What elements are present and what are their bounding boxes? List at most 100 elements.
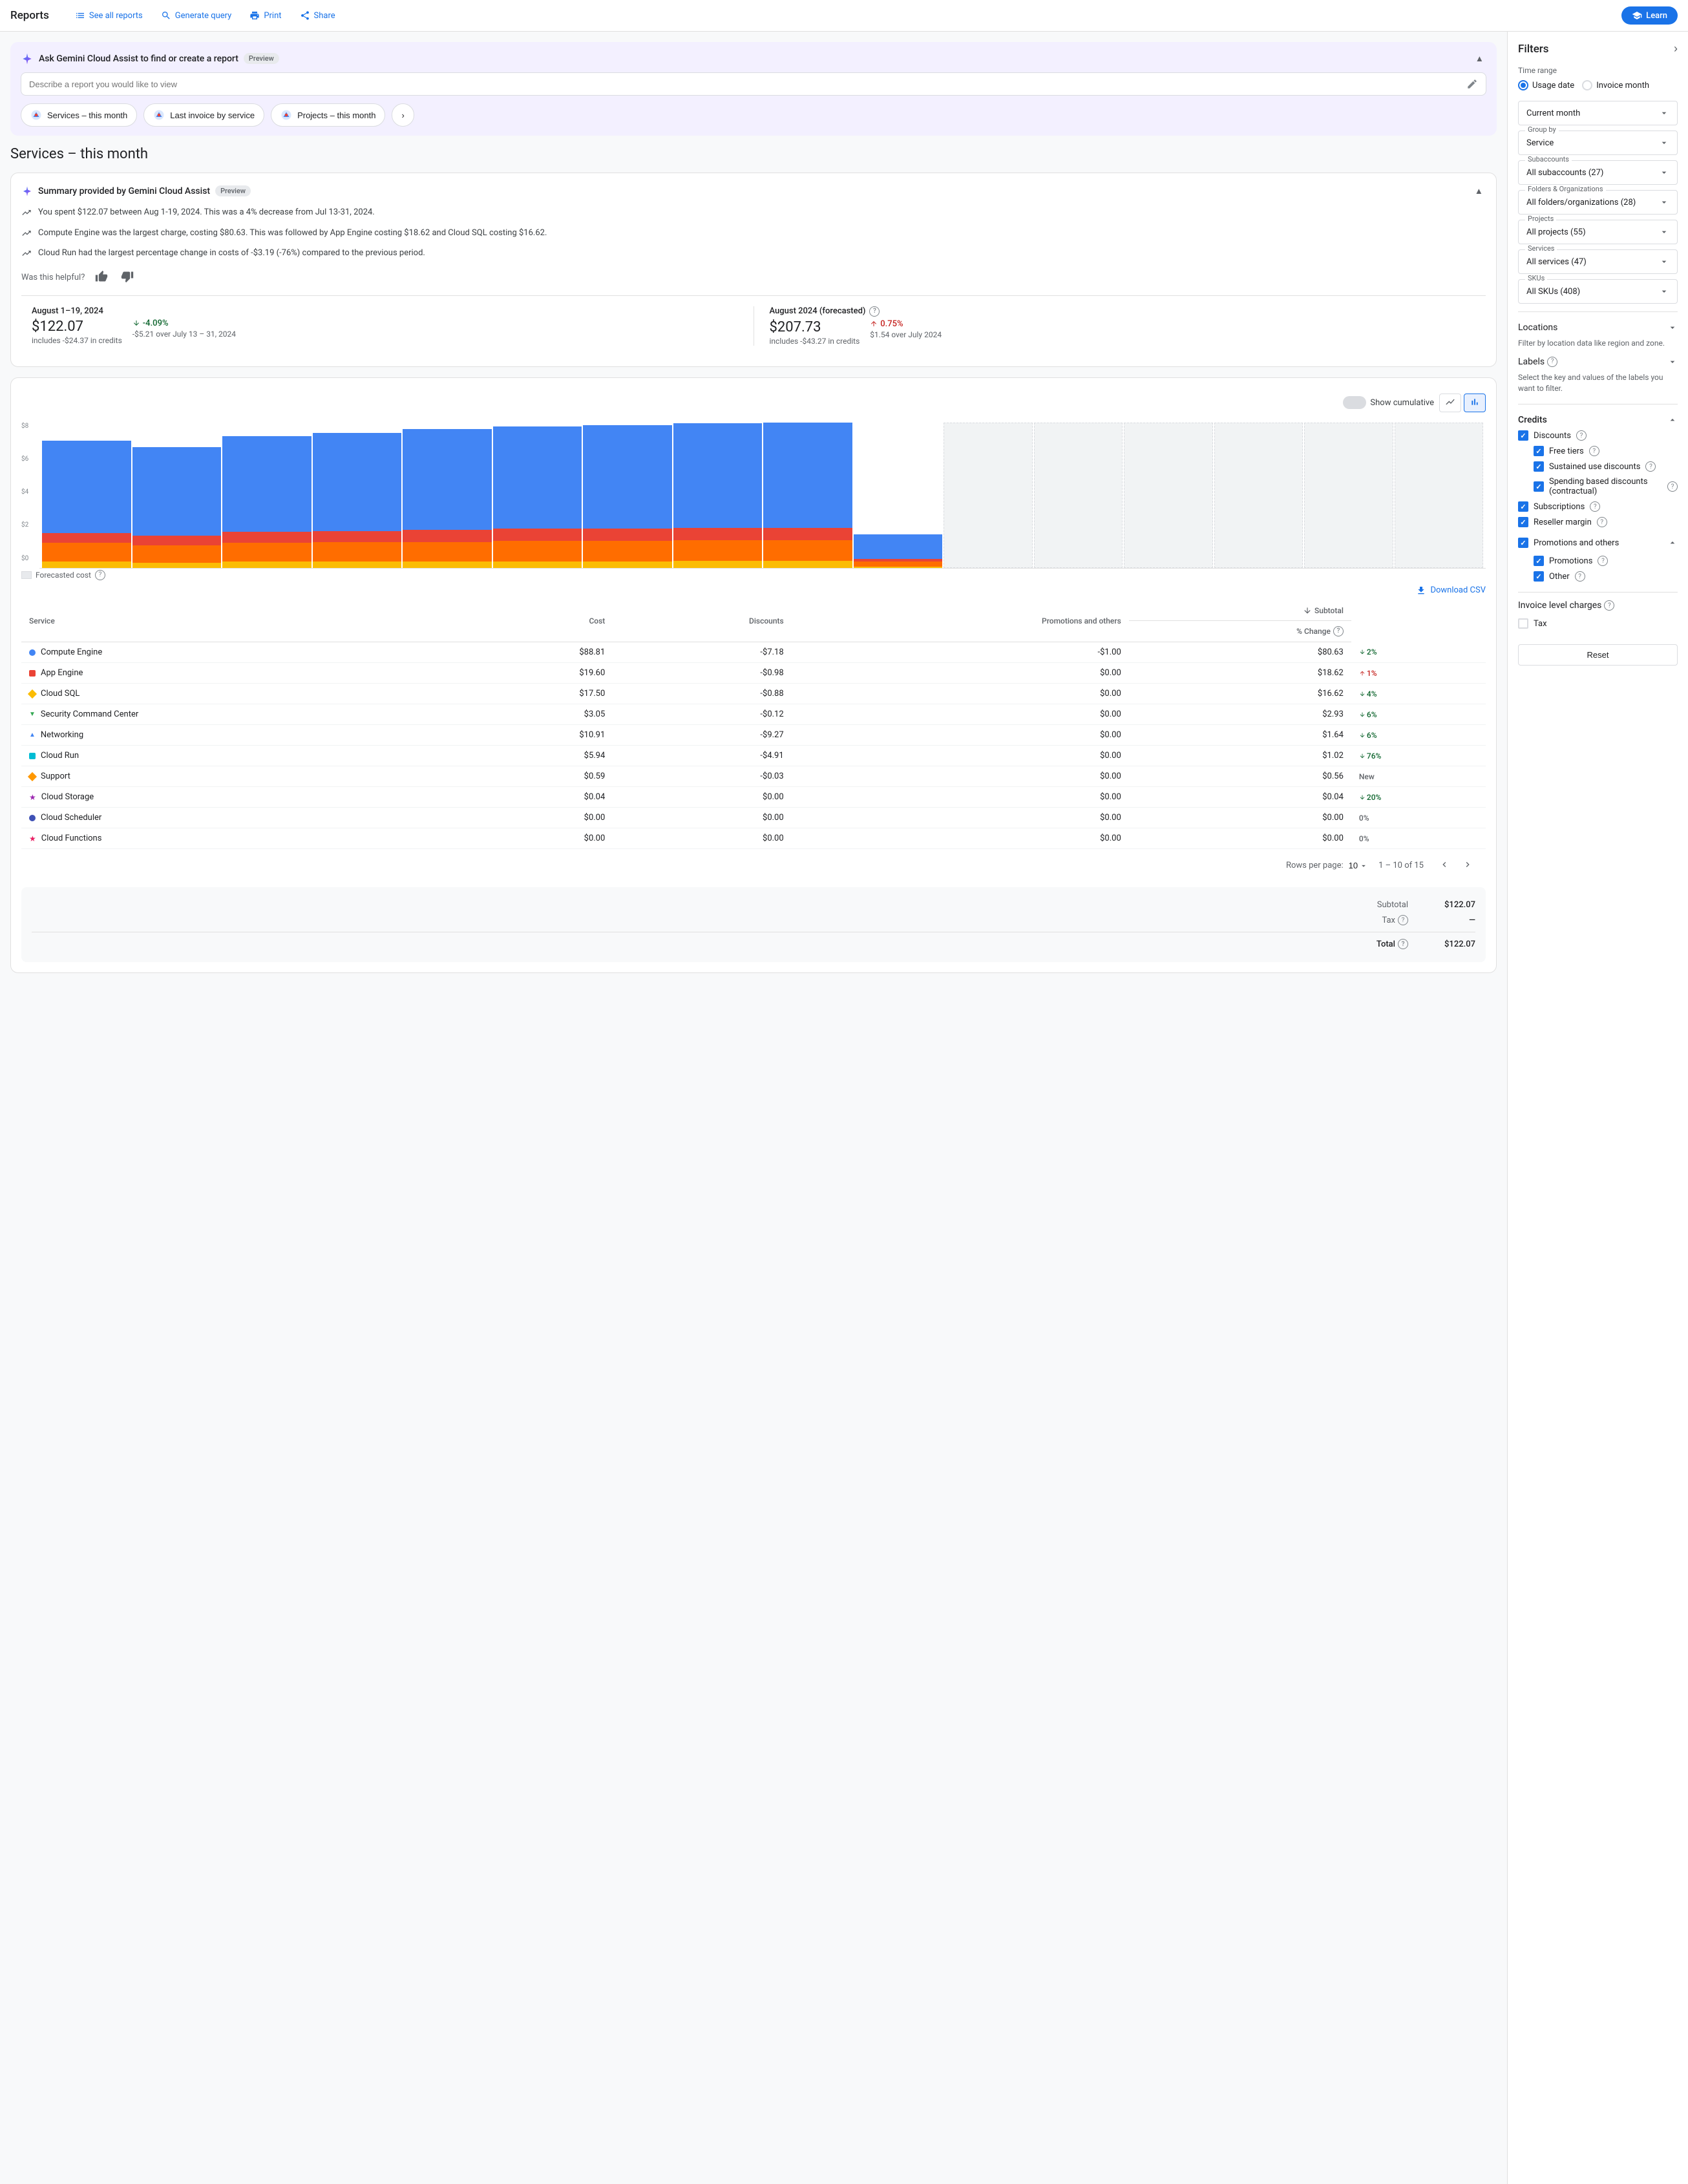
gemini-collapse-button[interactable]: ▲ (1473, 51, 1486, 66)
service-cell-6: Support (21, 766, 466, 787)
sustained-use-checkbox-item[interactable]: Sustained use discounts ? (1518, 459, 1678, 474)
bar-segment (132, 563, 222, 568)
change-cell-8: 0% (1351, 808, 1486, 828)
summary-collapse-button[interactable]: ▲ (1472, 184, 1486, 198)
summary-point-3: Cloud Run had the largest percentage cha… (21, 247, 1486, 260)
quick-report-projects[interactable]: Projects – this month (271, 103, 385, 127)
service-cell-4: ▲Networking (21, 725, 466, 746)
promotions-header[interactable]: Promotions and others (1518, 532, 1678, 553)
filters-expand-button[interactable]: › (1674, 42, 1678, 56)
toggle-switch[interactable] (1343, 396, 1366, 409)
folders-filter-label: Folders & Organizations (1525, 185, 1606, 193)
service-dot-8 (29, 815, 36, 821)
folders-select[interactable]: All folders/organizations (28) (1526, 197, 1669, 207)
service-name-7: Cloud Storage (41, 792, 94, 802)
tax-checkbox-item[interactable]: Tax (1518, 616, 1678, 631)
service-dot-3: ▼ (29, 711, 36, 718)
other-checkbox-item[interactable]: Other ? (1518, 569, 1678, 584)
print-button[interactable]: Print (242, 6, 289, 25)
bar-stack-5 (493, 426, 582, 568)
discounts-cell-1: -$0.98 (613, 663, 791, 684)
bar-segment (313, 433, 402, 531)
usage-date-option[interactable]: Usage date (1518, 80, 1574, 90)
skus-select[interactable]: All SKUs (408) (1526, 286, 1669, 297)
gcp-icon (30, 109, 42, 121)
forecasted-help-icon[interactable]: ? (869, 306, 880, 317)
service-name-6: Support (41, 772, 70, 781)
thumbs-up-button[interactable] (92, 268, 111, 288)
promotions-and-others-checkbox (1518, 538, 1528, 548)
labels-section: Labels ? Select the key and values of th… (1518, 354, 1678, 394)
change-cell-9: 0% (1351, 828, 1486, 849)
tax-help-icon[interactable]: ? (1398, 915, 1408, 925)
invoice-charges-help[interactable]: ? (1604, 600, 1614, 611)
show-cumulative-toggle[interactable]: Show cumulative (1343, 396, 1434, 409)
rows-per-page-select[interactable]: 10 (1349, 861, 1368, 870)
service-cell-inner-4: ▲Networking (29, 730, 458, 740)
forecasted-amount-block: $207.73 includes -$43.27 in credits (770, 319, 860, 346)
reseller-margin-help[interactable]: ? (1597, 517, 1607, 527)
service-cell-7: ★Cloud Storage (21, 787, 466, 808)
invoice-charges-header[interactable]: Invoice level charges ? (1518, 600, 1678, 611)
reseller-margin-checkbox-item[interactable]: Reseller margin ? (1518, 514, 1678, 530)
discounts-checkbox-item[interactable]: Discounts ? (1518, 428, 1678, 443)
current-month-select[interactable]: Current month (1526, 108, 1669, 118)
other-help[interactable]: ? (1575, 571, 1585, 582)
services-select[interactable]: All services (47) (1526, 257, 1669, 267)
subaccounts-select[interactable]: All subaccounts (27) (1526, 167, 1669, 178)
current-sub: includes -$24.37 in credits (32, 336, 122, 345)
col-subtotal: Subtotal (1129, 601, 1351, 621)
see-all-reports-button[interactable]: See all reports (67, 6, 151, 25)
labels-header[interactable]: Labels ? (1518, 354, 1678, 370)
subscriptions-checkbox-item[interactable]: Subscriptions ? (1518, 499, 1678, 514)
promotions-help[interactable]: ? (1598, 556, 1608, 566)
download-csv-button[interactable]: Download CSV (1416, 585, 1486, 596)
labels-title: Labels ? (1518, 357, 1557, 367)
promos-cell-2: $0.00 (792, 684, 1129, 704)
prev-page-button[interactable] (1434, 857, 1455, 874)
quick-report-more[interactable]: › (392, 103, 414, 127)
tax-label: Tax ? (1382, 915, 1408, 925)
forecasted-cost-help[interactable]: ? (95, 570, 105, 580)
download-row: Download CSV (21, 585, 1486, 596)
learn-button[interactable]: Learn (1621, 6, 1678, 25)
credits-header[interactable]: Credits (1518, 412, 1678, 428)
forecasted-bar-15 (1395, 423, 1484, 568)
generate-query-button[interactable]: Generate query (153, 6, 240, 25)
free-tiers-help[interactable]: ? (1589, 446, 1599, 456)
next-page-button[interactable] (1457, 857, 1478, 874)
projects-filter: Projects All projects (55) (1518, 220, 1678, 244)
labels-help-icon[interactable]: ? (1547, 357, 1557, 367)
bar-stack-9 (854, 534, 943, 568)
invoice-month-option[interactable]: Invoice month (1582, 80, 1649, 90)
share-button[interactable]: Share (292, 6, 343, 25)
reset-button[interactable]: Reset (1518, 644, 1678, 666)
free-tiers-checkbox-item[interactable]: Free tiers ? (1518, 443, 1678, 459)
change-help-icon[interactable]: ? (1333, 626, 1344, 636)
bar-segment (222, 562, 311, 568)
line-chart-button[interactable] (1439, 394, 1461, 412)
chart-controls: Show cumulative (21, 388, 1486, 417)
subtotal-cell-0: $80.63 (1129, 642, 1351, 663)
summary-point-2-text: Compute Engine was the largest charge, c… (38, 227, 547, 240)
promotions-and-others-checkbox-item[interactable]: Promotions and others (1518, 535, 1619, 551)
group-by-select[interactable]: Service (1526, 138, 1669, 148)
quick-report-services[interactable]: Services – this month (21, 103, 137, 127)
total-help-icon[interactable]: ? (1398, 939, 1408, 949)
bar-chart-button[interactable] (1464, 394, 1486, 412)
subscriptions-help[interactable]: ? (1590, 501, 1600, 512)
bar-group-6 (583, 423, 672, 568)
projects-select[interactable]: All projects (55) (1526, 227, 1669, 237)
promotions-checkbox-item[interactable]: Promotions ? (1518, 553, 1678, 569)
discounts-help[interactable]: ? (1576, 430, 1587, 441)
sustained-use-help[interactable]: ? (1645, 461, 1656, 472)
quick-report-last-invoice[interactable]: Last invoice by service (143, 103, 264, 127)
locations-header[interactable]: Locations (1518, 320, 1678, 335)
service-cell-inner-9: ★Cloud Functions (29, 834, 458, 843)
thumbs-down-button[interactable] (118, 268, 136, 288)
promos-cell-0: -$1.00 (792, 642, 1129, 663)
spending-based-help[interactable]: ? (1667, 481, 1678, 492)
bar-segment (583, 529, 672, 541)
gemini-input[interactable] (29, 79, 1466, 89)
spending-based-checkbox-item[interactable]: Spending based discounts (contractual) ? (1518, 474, 1678, 499)
